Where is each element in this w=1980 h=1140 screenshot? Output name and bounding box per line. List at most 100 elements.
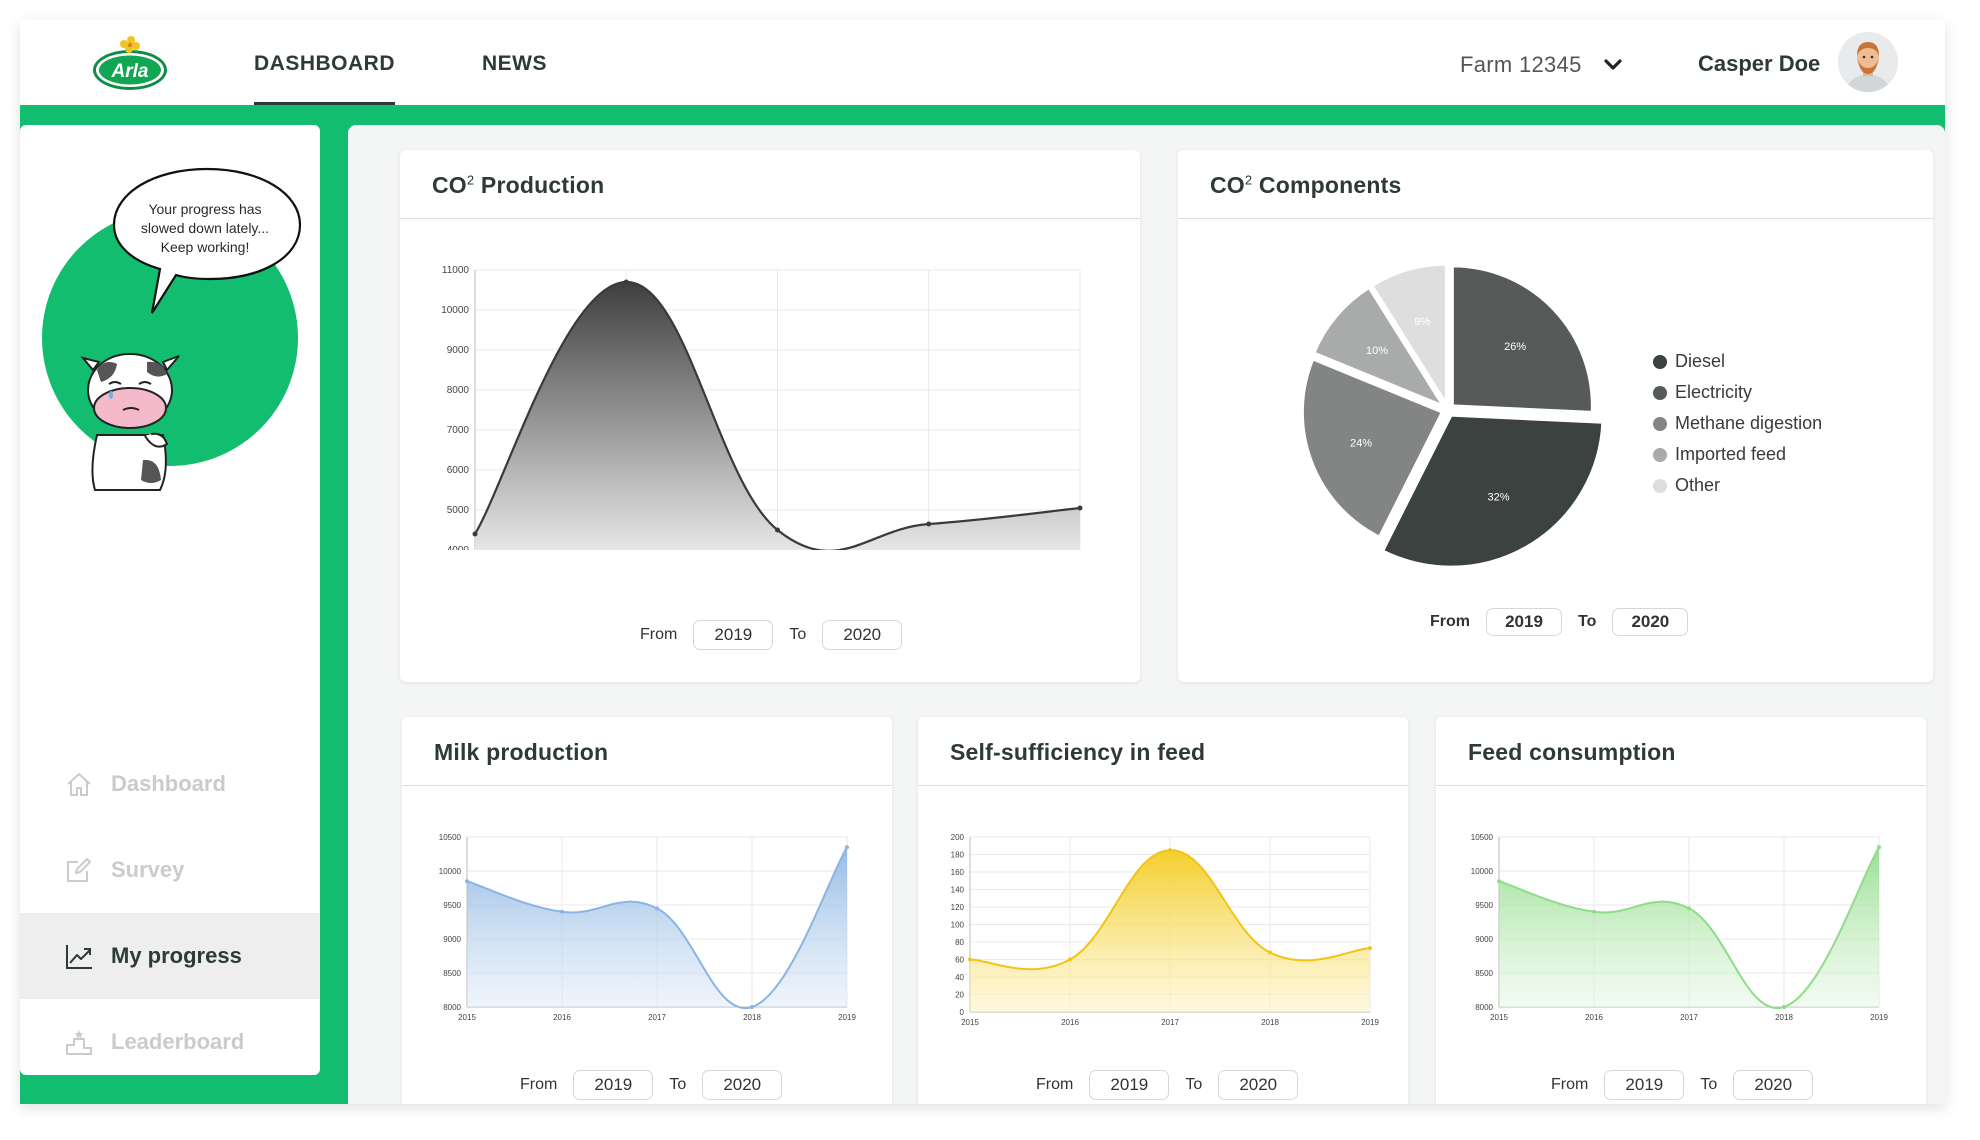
- y-tick-label: 100: [951, 921, 965, 930]
- to-year-select[interactable]: 2020: [1612, 608, 1689, 636]
- to-label: To: [669, 1076, 687, 1093]
- milk-production-chart: 8000 8500 9000 9500 10000 10500 2015 2016 2017 20…: [439, 833, 857, 1022]
- from-year-select[interactable]: 2019: [1089, 1070, 1170, 1100]
- mascot-message: Your progress has slowed down lately... …: [140, 201, 270, 255]
- y-tick-label: 11000: [442, 265, 470, 276]
- sidebar-item-dashboard[interactable]: Dashboard: [20, 741, 320, 827]
- y-tick-label: 0: [960, 1008, 965, 1017]
- data-point: [775, 527, 780, 533]
- main-content: CO2 Production 4000 5000 6000 7000 8000 9000 1…: [348, 125, 1945, 1104]
- y-tick-label: 10500: [439, 833, 462, 842]
- from-label: From: [1551, 1076, 1589, 1093]
- card-title: Self-sufficiency in feed: [950, 739, 1206, 765]
- x-tick-label: 2017: [1161, 1018, 1179, 1027]
- y-tick-label: 8000: [443, 1003, 461, 1012]
- y-tick-label: 180: [951, 851, 965, 860]
- y-tick-label: 8000: [1475, 1003, 1493, 1012]
- cow-mascot: [80, 353, 180, 491]
- data-point: [750, 1005, 754, 1009]
- y-tick-label: 8500: [1475, 969, 1493, 978]
- tab-dashboard[interactable]: DASHBOARD: [254, 52, 395, 105]
- tab-news[interactable]: NEWS: [482, 52, 547, 76]
- x-tick-label: 2017: [1680, 1013, 1698, 1022]
- data-point: [623, 279, 629, 285]
- from-label: From: [1430, 613, 1470, 630]
- y-tick-label: 160: [951, 868, 965, 877]
- y-tick-label: 10000: [439, 867, 462, 876]
- sidebar-item-my-progress[interactable]: My progress: [20, 913, 320, 999]
- sidebar-item-survey[interactable]: Survey: [20, 827, 320, 913]
- y-tick-label: 6000: [447, 465, 470, 476]
- farm-select[interactable]: Farm 12345: [1460, 50, 1622, 80]
- data-point: [1068, 957, 1072, 962]
- self-sufficiency-chart: 0 20 40 60 80 100 120 140 160 180 200 2015 2016 2017 2…: [951, 833, 1380, 1027]
- avatar[interactable]: [1838, 32, 1898, 92]
- from-year-select[interactable]: 2019: [573, 1070, 654, 1100]
- y-tick-label: 8500: [443, 969, 461, 978]
- to-label: To: [1185, 1076, 1203, 1093]
- data-point: [1877, 845, 1881, 850]
- to-year-select[interactable]: 2020: [822, 620, 903, 650]
- legend-item: Other: [1653, 470, 1822, 501]
- data-point: [655, 906, 659, 911]
- edit-icon: [67, 858, 91, 882]
- from-label: From: [1036, 1076, 1074, 1093]
- to-year-select[interactable]: 2020: [1733, 1070, 1814, 1100]
- pie-slice-label: 10%: [1366, 345, 1388, 357]
- x-tick-label: 2016: [1585, 1013, 1603, 1022]
- legend-swatch: [1653, 385, 1667, 400]
- date-range: From 2019 To 2020: [520, 1070, 783, 1100]
- divider: [1436, 785, 1926, 786]
- user-name[interactable]: Casper Doe: [1698, 51, 1820, 77]
- farm-label: Farm 12345: [1460, 52, 1582, 77]
- pie-slice: [1450, 264, 1594, 414]
- feed-consumption-chart: 8000 8500 9000 9500 10000 10500 2015 2016 2017 20…: [1471, 833, 1889, 1022]
- co2-production-card: CO2 Production 4000 5000 6000 7000 8000 9000 1…: [400, 150, 1140, 682]
- sidebar-item-label: Leaderboard: [111, 1029, 245, 1054]
- pie-slice-label: 9%: [1414, 316, 1430, 328]
- from-year-select[interactable]: 2019: [1604, 1070, 1685, 1100]
- to-year-select[interactable]: 2020: [702, 1070, 783, 1100]
- legend-item: Electricity: [1653, 377, 1822, 408]
- date-range: From 2019 To 2020: [640, 620, 903, 650]
- data-point: [1368, 946, 1372, 951]
- co2-components-pie: 26% 32% 24% 10% 9%: [1300, 262, 1605, 569]
- date-range: From 2019 To 2020: [1430, 608, 1689, 636]
- data-point: [1782, 1005, 1786, 1009]
- data-point: [845, 845, 849, 850]
- y-tick-label: 5000: [447, 505, 470, 516]
- y-tick-label: 20: [955, 991, 964, 1000]
- sidebar: Your progress has slowed down lately... …: [20, 125, 320, 1075]
- to-year-select[interactable]: 2020: [1218, 1070, 1299, 1100]
- sidebar-item-leaderboard[interactable]: Leaderboard: [20, 999, 320, 1075]
- legend-label: Diesel: [1675, 351, 1726, 371]
- co2-components-card: CO2 Components 26% 32% 24% 10% 9% Diesel Elec…: [1178, 150, 1933, 682]
- x-tick-label: 2016: [1061, 1018, 1079, 1027]
- x-tick-label: 2019: [1870, 1013, 1888, 1022]
- y-tick-label: 120: [951, 903, 965, 912]
- sidebar-item-label: My progress: [111, 943, 242, 968]
- data-point: [1497, 879, 1501, 884]
- y-tick-label: 80: [955, 938, 964, 947]
- sidebar-item-label: Survey: [111, 857, 185, 882]
- legend-swatch: [1653, 478, 1667, 493]
- trend-up-icon: [66, 945, 92, 969]
- x-tick-label: 2018: [743, 1013, 761, 1022]
- data-point: [926, 521, 932, 527]
- data-point: [472, 531, 478, 537]
- legend-item: Imported feed: [1653, 439, 1822, 470]
- co2-production-chart: 4000500060007000800090001000011000201520…: [441, 265, 1083, 550]
- from-year-select[interactable]: 2019: [693, 620, 774, 650]
- data-point: [1592, 909, 1596, 914]
- card-title: CO2 Components: [1210, 172, 1402, 198]
- date-range: From 2019 To 2020: [1551, 1070, 1814, 1100]
- to-label: To: [789, 626, 807, 643]
- y-tick-label: 9500: [443, 901, 461, 910]
- from-year-select[interactable]: 2019: [1486, 608, 1562, 636]
- y-tick-label: 8000: [447, 385, 470, 396]
- chevron-down-icon: [1604, 59, 1622, 70]
- legend-swatch: [1653, 416, 1667, 431]
- x-tick-label: 2015: [458, 1013, 476, 1022]
- arla-logo[interactable]: Arla: [90, 34, 170, 92]
- to-label: To: [1700, 1076, 1718, 1093]
